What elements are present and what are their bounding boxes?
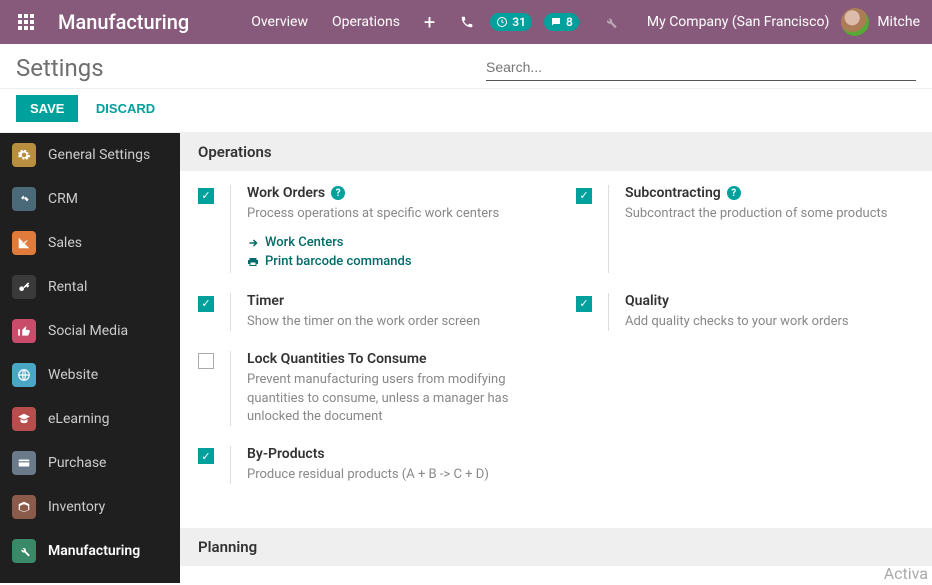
top-navbar: Manufacturing Overview Operations + 31 8… <box>0 0 932 44</box>
discard-button[interactable]: DISCARD <box>96 101 155 116</box>
page-title: Settings <box>16 54 104 82</box>
user-avatar[interactable] <box>841 8 869 36</box>
setting-desc: Subcontract the production of some produ… <box>625 205 914 223</box>
sidebar-item-general-settings[interactable]: General Settings <box>0 133 180 177</box>
setting-title: By-Products <box>247 446 325 462</box>
nav-overview[interactable]: Overview <box>239 0 320 44</box>
checkbox-subcontracting[interactable]: ✓ <box>576 188 592 204</box>
activities-badge[interactable]: 31 <box>490 13 532 31</box>
sidebar-item-manufacturing[interactable]: Manufacturing <box>0 529 180 573</box>
settings-content: Operations ✓ Work Orders ? Process opera… <box>180 133 932 583</box>
sidebar-item-label: Website <box>48 367 98 383</box>
new-record-button[interactable]: + <box>412 10 447 34</box>
settings-sidebar: General Settings CRM Sales Rental Social Med… <box>0 133 180 583</box>
sidebar-item-social-media[interactable]: Social Media <box>0 309 180 353</box>
section-header-planning: Planning <box>180 528 932 566</box>
link-work-centers[interactable]: Work Centers <box>247 235 536 250</box>
checkbox-quality[interactable]: ✓ <box>576 296 592 312</box>
key-icon <box>12 275 36 299</box>
sidebar-item-label: Inventory <box>48 499 105 515</box>
setting-desc: Add quality checks to your work orders <box>625 313 914 331</box>
company-selector[interactable]: My Company (San Francisco) <box>647 14 829 30</box>
thumb-icon <box>12 319 36 343</box>
control-bar: Settings <box>0 44 932 89</box>
grad-icon <box>12 407 36 431</box>
setting-title: Timer <box>247 293 284 309</box>
sidebar-item-crm[interactable]: CRM <box>0 177 180 221</box>
sidebar-item-label: eLearning <box>48 411 109 427</box>
checkbox-by-products[interactable]: ✓ <box>198 448 214 464</box>
sidebar-item-label: Purchase <box>48 455 106 471</box>
sidebar-item-label: General Settings <box>48 147 150 163</box>
help-icon[interactable]: ? <box>331 186 345 200</box>
search-wrap <box>486 55 916 81</box>
apps-grid-icon <box>18 14 34 30</box>
setting-lock-quantities: Lock Quantities To Consume Prevent manuf… <box>198 351 556 426</box>
checkbox-timer[interactable]: ✓ <box>198 296 214 312</box>
globe-icon <box>12 363 36 387</box>
link-print-barcode[interactable]: Print barcode commands <box>247 254 536 269</box>
action-bar: SAVE DISCARD <box>0 89 932 132</box>
app-title[interactable]: Manufacturing <box>58 10 189 34</box>
setting-title: Work Orders <box>247 185 325 201</box>
section-header-operations: Operations <box>180 133 932 171</box>
main-area: General Settings CRM Sales Rental Social Med… <box>0 132 932 583</box>
sidebar-item-sales[interactable]: Sales <box>0 221 180 265</box>
setting-work-orders: ✓ Work Orders ? Process operations at sp… <box>198 185 536 273</box>
sidebar-item-label: Social Media <box>48 323 128 339</box>
phone-icon[interactable] <box>450 0 484 44</box>
sidebar-item-purchase[interactable]: Purchase <box>0 441 180 485</box>
setting-timer: ✓ Timer Show the timer on the work order… <box>198 293 536 331</box>
help-icon[interactable]: ? <box>727 186 741 200</box>
sidebar-item-label: CRM <box>48 191 78 207</box>
sidebar-item-inventory[interactable]: Inventory <box>0 485 180 529</box>
messages-count: 8 <box>566 15 573 29</box>
activities-count: 31 <box>512 15 526 29</box>
sidebar-item-website[interactable]: Website <box>0 353 180 397</box>
setting-desc: Prevent manufacturing users from modifyi… <box>247 371 556 426</box>
setting-subcontracting: ✓ Subcontracting ? Subcontract the produ… <box>576 185 914 273</box>
setting-title: Quality <box>625 293 669 309</box>
setting-quality: ✓ Quality Add quality checks to your wor… <box>576 293 914 331</box>
setting-title: Lock Quantities To Consume <box>247 351 427 367</box>
checkbox-work-orders[interactable]: ✓ <box>198 188 214 204</box>
search-input[interactable] <box>486 59 916 75</box>
sidebar-item-accounting[interactable]: Accounting <box>0 573 180 583</box>
chart-icon <box>12 231 36 255</box>
card-icon <box>12 451 36 475</box>
nav-operations[interactable]: Operations <box>320 0 412 44</box>
box-icon <box>12 495 36 519</box>
developer-tools-icon[interactable] <box>593 0 627 44</box>
setting-by-products: ✓ By-Products Produce residual products … <box>198 446 556 484</box>
wrench-icon <box>12 539 36 563</box>
sidebar-item-elearning[interactable]: eLearning <box>0 397 180 441</box>
sidebar-item-label: Manufacturing <box>48 543 140 559</box>
setting-desc: Show the timer on the work order screen <box>247 313 536 331</box>
handshake-icon <box>12 187 36 211</box>
setting-title: Subcontracting <box>625 185 721 201</box>
messages-badge[interactable]: 8 <box>544 13 579 31</box>
sidebar-item-label: Rental <box>48 279 87 295</box>
gear-icon <box>12 143 36 167</box>
sidebar-item-rental[interactable]: Rental <box>0 265 180 309</box>
setting-desc: Produce residual products (A + B -> C + … <box>247 466 556 484</box>
user-menu[interactable]: Mitche <box>877 14 920 30</box>
save-button[interactable]: SAVE <box>16 95 78 122</box>
sidebar-item-label: Sales <box>48 235 82 251</box>
setting-desc: Process operations at specific work cent… <box>247 205 536 223</box>
apps-menu-button[interactable] <box>12 8 40 36</box>
checkbox-lock-quantities[interactable] <box>198 353 214 369</box>
